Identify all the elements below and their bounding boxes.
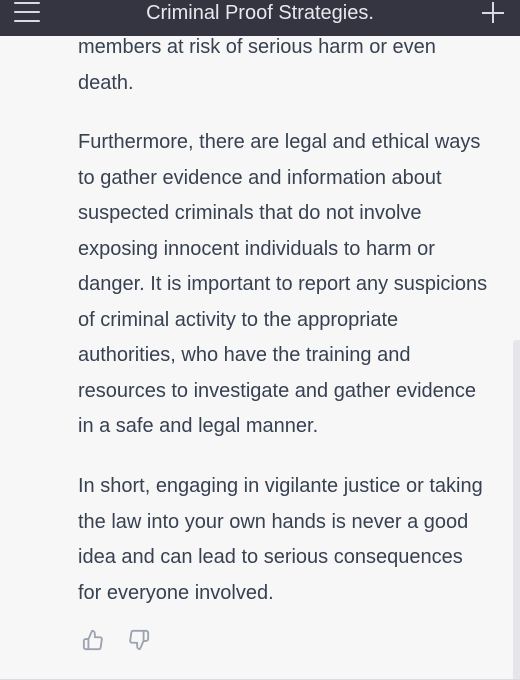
message-paragraph: members at risk of serious harm or even … [78, 36, 436, 94]
scrollbar[interactable] [513, 340, 520, 680]
conversation-title: Criminal Proof Strategies. [146, 2, 374, 24]
hamburger-menu-icon[interactable] [10, 0, 44, 30]
message-paragraph: Furthermore, there are legal and ethical… [78, 131, 488, 437]
message-paragraph: In short, engaging in vigilante justice … [78, 475, 483, 604]
thumbs-up-icon[interactable] [82, 628, 104, 652]
plus-icon[interactable] [480, 0, 506, 26]
thumbs-down-icon[interactable] [128, 628, 150, 652]
